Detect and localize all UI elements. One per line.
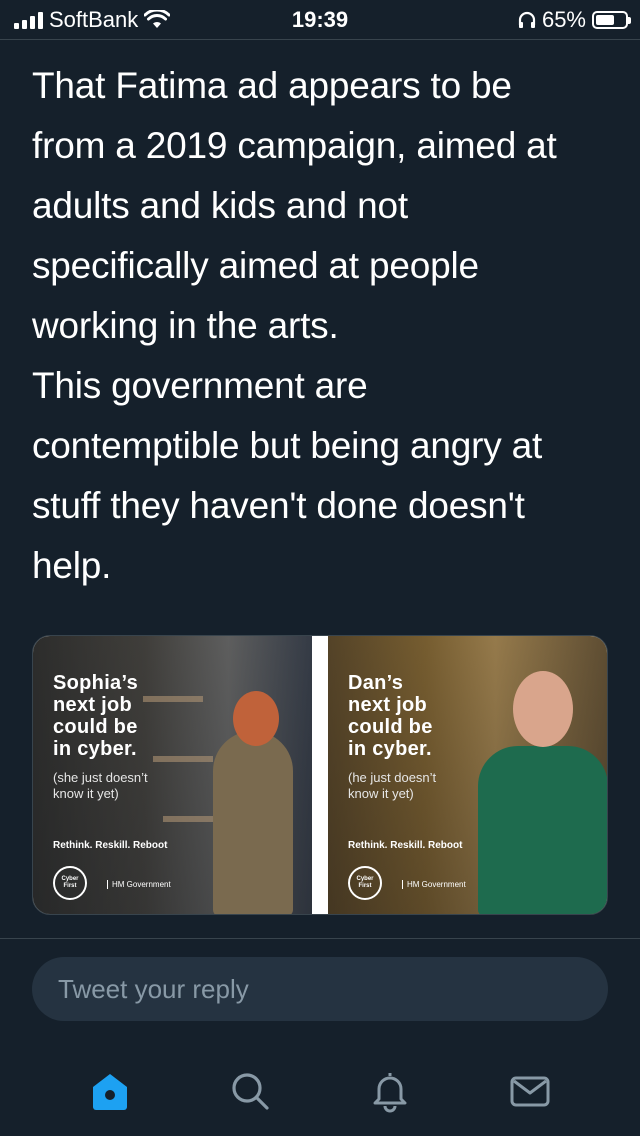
tab-search[interactable] [220, 1061, 280, 1121]
ad-headline: Dan’s next job could be in cyber. [348, 672, 433, 760]
tab-notifications[interactable] [360, 1061, 420, 1121]
battery-percent: 65% [541, 6, 586, 32]
person-figure [213, 731, 293, 914]
logo-text: Cyber First [356, 876, 374, 889]
cyber-first-logo: Cyber First [53, 866, 87, 900]
ad-headline: Sophia’s next job could be in cyber. [53, 672, 139, 760]
carrier-label: SoftBank [49, 6, 139, 32]
home-icon[interactable] [88, 1069, 132, 1113]
battery-fill [596, 14, 615, 25]
reply-input[interactable] [58, 973, 608, 1005]
ad-tagline: Rethink. Reskill. Reboot [348, 840, 463, 851]
messages-icon[interactable] [508, 1069, 552, 1113]
ad-image-sophia[interactable]: Sophia’s next job could be in cyber. (sh… [33, 636, 312, 914]
status-bar: SoftBank 19:39 65% [0, 0, 640, 40]
cyber-first-logo: Cyber First [348, 866, 382, 900]
ad-tagline: Rethink. Reskill. Reboot [53, 840, 168, 851]
wifi-icon [144, 9, 171, 28]
reply-box[interactable] [32, 957, 608, 1021]
signal-icon [14, 11, 43, 29]
shelf-decoration [153, 756, 213, 762]
tab-home[interactable] [80, 1061, 140, 1121]
headphones-icon [518, 11, 536, 28]
tweet-text: That Fatima ad appears to be from a 2019… [32, 65, 557, 586]
hm-government-logo: HM Government [402, 880, 466, 889]
person-head [233, 691, 279, 746]
tab-messages[interactable] [500, 1061, 560, 1121]
status-right: 65% [518, 6, 631, 33]
battery-icon [592, 10, 631, 29]
notifications-icon[interactable] [368, 1069, 412, 1113]
tweet-media[interactable]: Sophia’s next job could be in cyber. (sh… [32, 635, 608, 915]
tab-bar [0, 1046, 640, 1136]
ad-subtext: (she just doesn’t know it yet) [53, 770, 148, 801]
ad-subtext: (he just doesn’t know it yet) [348, 770, 437, 801]
person-head [513, 671, 573, 747]
search-icon[interactable] [228, 1069, 272, 1113]
status-left: SoftBank [14, 6, 171, 33]
shelf-decoration [143, 696, 203, 702]
ad-image-dan[interactable]: Dan’s next job could be in cyber. (he ju… [328, 636, 607, 914]
logo-text: Cyber First [61, 876, 79, 889]
person-figure [478, 746, 607, 914]
hm-government-logo: HM Government [107, 880, 171, 889]
divider [0, 938, 640, 939]
